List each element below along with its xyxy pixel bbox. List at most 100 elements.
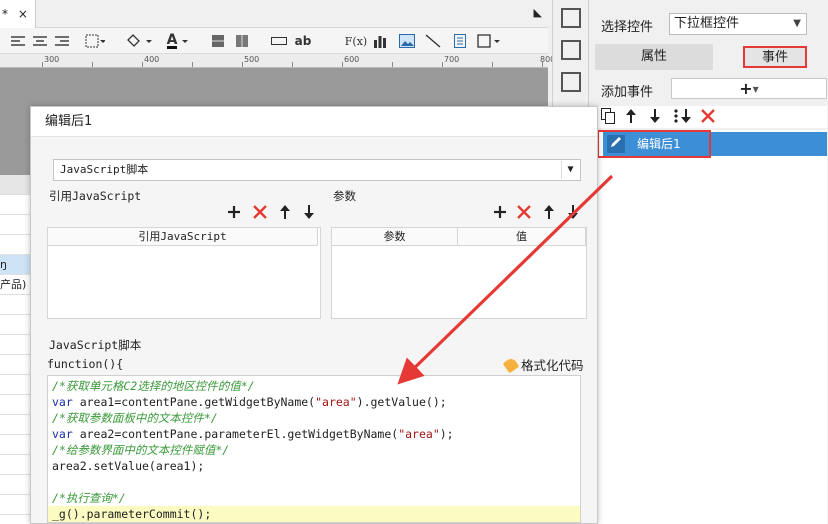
delete-icon[interactable] (253, 205, 267, 222)
sheet-row[interactable] (0, 195, 31, 215)
formula-icon[interactable]: F(x) (345, 33, 367, 49)
image-icon[interactable] (398, 33, 416, 49)
tab-properties[interactable]: 属性 (595, 44, 713, 70)
code-line[interactable]: _g().parameterCommit(); (48, 506, 580, 522)
sheet-row[interactable] (0, 355, 31, 375)
border-icon[interactable] (84, 33, 106, 49)
sheet-row[interactable] (0, 435, 31, 455)
ruler-mark: 400 (144, 55, 160, 64)
ref-js-label: 引用JavaScript (49, 189, 142, 203)
format-code-label: 格式化代码 (521, 358, 584, 373)
params-table[interactable]: 参数 值 (331, 227, 587, 319)
add-icon: + (739, 79, 753, 98)
code-token: "area" (398, 427, 440, 441)
widget-select-value: 下拉框控件 (674, 16, 740, 31)
code-token: ); (439, 427, 454, 441)
move-down-icon[interactable] (649, 108, 661, 128)
add-icon[interactable] (227, 205, 241, 222)
tab-events[interactable]: 事件 (743, 46, 807, 68)
sheet-row[interactable] (0, 315, 31, 335)
document-tab[interactable]: * × (0, 0, 36, 28)
sheet-row[interactable]: ŋ (0, 255, 31, 275)
move-up-icon[interactable] (543, 205, 555, 222)
align-left-icon[interactable] (10, 33, 26, 49)
code-line[interactable]: var area2=contentPane.parameterEl.getWid… (48, 426, 580, 442)
add-event-button[interactable]: +▼ (671, 78, 827, 99)
horizontal-ruler: 300 400 500 600 700 800 (0, 54, 555, 68)
event-editor-dialog: 编辑后1 JavaScript脚本 ▼ 引用JavaScript 参数 引用Ja… (30, 106, 598, 524)
text-icon[interactable]: ab (294, 33, 312, 49)
code-editor[interactable]: /*获取单元格C2选择的地区控件的值*/var area1=contentPan… (47, 375, 581, 523)
chart-icon[interactable] (372, 33, 388, 49)
move-down-icon[interactable] (567, 205, 579, 222)
slash-icon[interactable] (424, 33, 442, 49)
ruler-mark: 300 (44, 55, 60, 64)
script-label: JavaScript脚本 (49, 338, 142, 352)
dialog-body: JavaScript脚本 ▼ 引用JavaScript 参数 引用JavaScr… (31, 137, 597, 523)
font-color-icon[interactable]: A (164, 33, 194, 49)
frame-icon[interactable] (561, 72, 581, 92)
textbox-icon[interactable] (270, 33, 288, 49)
widget-settings-icon[interactable] (561, 40, 581, 60)
move-up-icon[interactable] (279, 205, 291, 222)
code-token: area2.setValue(area1); (52, 459, 205, 473)
copy-icon[interactable] (601, 108, 615, 128)
sheet-row[interactable]: 产品) (0, 275, 31, 295)
sheet-row[interactable] (0, 335, 31, 355)
code-line[interactable]: var area1=contentPane.getWidgetByName("a… (48, 394, 580, 410)
code-token: area1=contentPane.getWidgetByName( (72, 395, 316, 409)
align-right-icon[interactable] (54, 33, 70, 49)
event-type-value: JavaScript脚本 (60, 163, 149, 176)
sheet-row[interactable] (0, 455, 31, 475)
add-icon[interactable] (493, 205, 507, 222)
params-label: 参数 (333, 189, 356, 203)
close-icon[interactable]: × (18, 7, 28, 21)
merge-icon[interactable] (234, 33, 250, 49)
app-window: * × ◣ A ab F(x) 300 400 500 600 700 800 … (0, 0, 828, 524)
cell-icon[interactable] (210, 33, 226, 49)
delete-icon[interactable] (517, 205, 531, 222)
sheet-row[interactable] (0, 415, 31, 435)
sheet-row[interactable] (0, 495, 31, 515)
param-column-header: 参数 (332, 228, 458, 246)
sheet-row[interactable] (0, 295, 31, 315)
move-down-icon[interactable] (303, 205, 315, 222)
sheet-row[interactable] (0, 215, 31, 235)
code-line[interactable] (48, 474, 580, 490)
brush-icon (502, 356, 520, 374)
richtext-icon[interactable] (452, 33, 468, 49)
sheet-row[interactable] (0, 375, 31, 395)
code-token: /*获取参数面板中的文本控件*/ (52, 411, 218, 425)
sheet-row[interactable] (0, 395, 31, 415)
code-token: /*给参数界面中的文本控件赋值*/ (52, 443, 230, 457)
code-line[interactable]: /*获取参数面板中的文本控件*/ (48, 410, 580, 426)
code-line[interactable]: /*执行查询*/ (48, 490, 580, 506)
add-event-label: 添加事件 (601, 85, 654, 100)
side-icon-strip (552, 0, 588, 110)
move-up-icon[interactable] (625, 108, 637, 128)
sheet-row[interactable] (0, 475, 31, 495)
ruler-mark: 600 (344, 55, 360, 64)
format-code-button[interactable]: 格式化代码 (502, 355, 584, 374)
widget-select[interactable]: 下拉框控件 ▼ (669, 13, 807, 35)
panel-tabs: 属性 事件 (595, 44, 827, 70)
align-center-icon[interactable] (32, 33, 48, 49)
code-line[interactable]: /*给参数界面中的文本控件赋值*/ (48, 442, 580, 458)
delete-icon[interactable] (701, 108, 715, 128)
tab-menu-icon[interactable]: ◣ (534, 6, 542, 19)
dialog-title: 编辑后1 (31, 107, 597, 137)
code-token: "area" (315, 395, 357, 409)
layout-icon[interactable] (561, 8, 581, 28)
move-bottom-icon[interactable] (673, 108, 693, 128)
code-line[interactable]: /*获取单元格C2选择的地区控件的值*/ (48, 378, 580, 394)
ref-js-column-header: 引用JavaScript (48, 228, 318, 246)
tab-label: * (2, 7, 8, 21)
code-token: /*获取单元格C2选择的地区控件的值*/ (52, 379, 255, 393)
code-token: var (52, 395, 73, 409)
widget-icon[interactable] (476, 33, 502, 49)
sheet-row[interactable] (0, 235, 31, 255)
event-type-select[interactable]: JavaScript脚本 ▼ (53, 159, 581, 181)
fill-color-icon[interactable] (124, 33, 154, 49)
ref-js-table[interactable]: 引用JavaScript (47, 227, 321, 319)
code-line[interactable]: area2.setValue(area1); (48, 458, 580, 474)
